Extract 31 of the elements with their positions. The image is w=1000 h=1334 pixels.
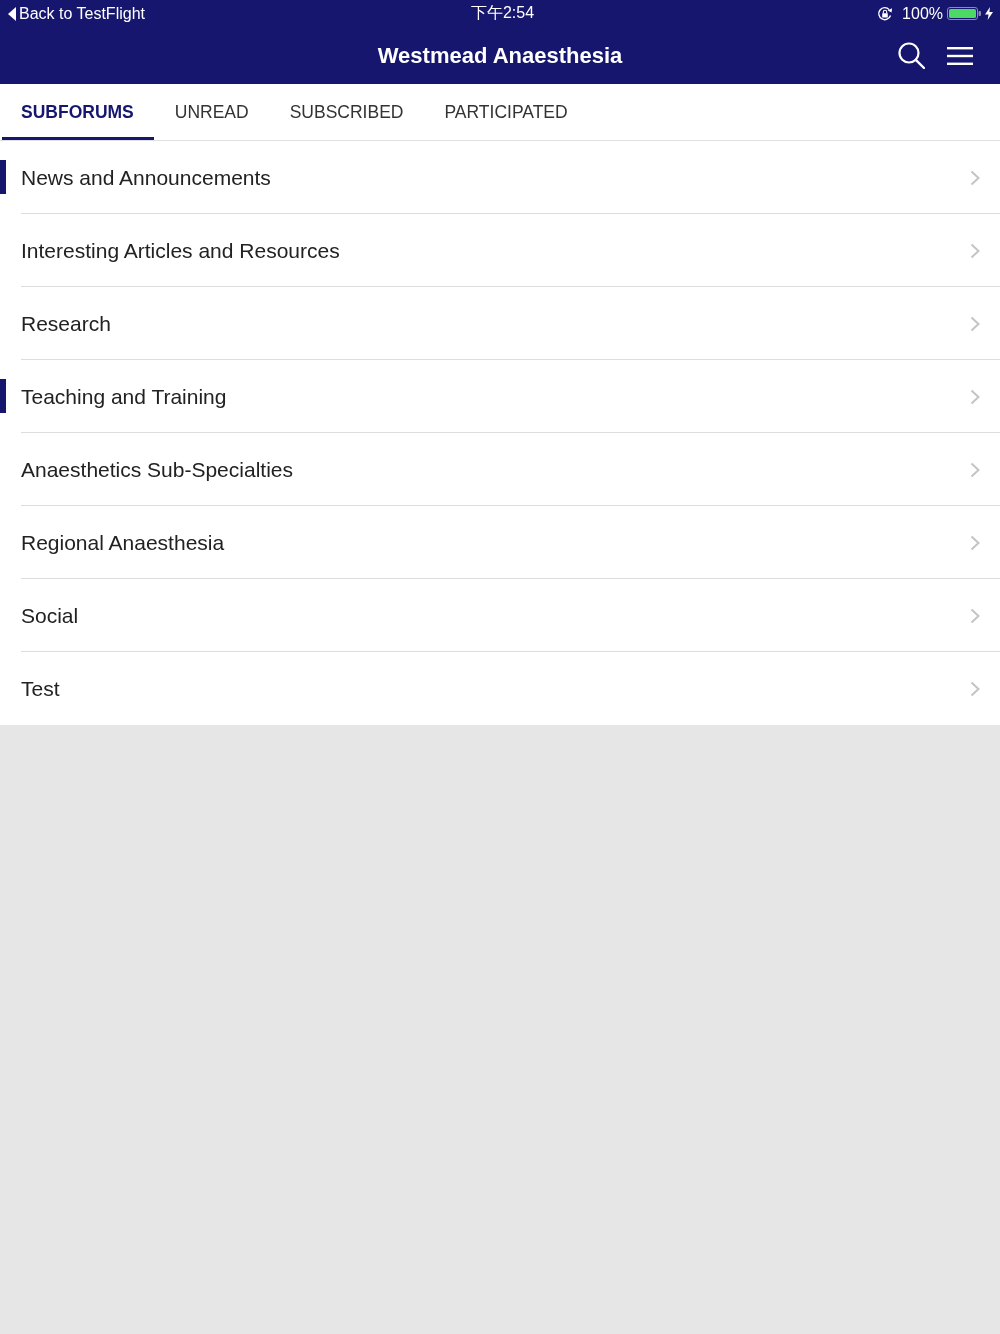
chevron-right-icon xyxy=(970,607,980,624)
back-link[interactable]: Back to TestFlight xyxy=(8,4,145,23)
subforum-row[interactable]: Test xyxy=(0,652,1000,725)
menu-icon xyxy=(947,46,973,65)
battery-percent: 100% xyxy=(902,4,943,23)
triangle-left-icon xyxy=(8,6,16,21)
subforum-row[interactable]: Social xyxy=(0,579,1000,652)
subforum-row[interactable]: Anaesthetics Sub-Specialties xyxy=(0,433,1000,506)
chevron-right-icon xyxy=(970,242,980,259)
battery-icon xyxy=(947,7,981,20)
rotation-lock-icon xyxy=(877,5,894,22)
subforum-row[interactable]: Interesting Articles and Resources xyxy=(0,214,1000,287)
tab[interactable]: UNREAD xyxy=(155,84,269,140)
chevron-right-icon xyxy=(970,169,980,186)
search-icon xyxy=(898,42,925,69)
subforum-row[interactable]: Regional Anaesthesia xyxy=(0,506,1000,579)
charging-bolt-icon xyxy=(985,7,993,20)
chevron-right-icon xyxy=(970,534,980,551)
menu-button[interactable] xyxy=(947,46,973,65)
subforum-row[interactable]: Teaching and Training xyxy=(0,360,1000,433)
subforum-row[interactable]: Research xyxy=(0,287,1000,360)
chevron-right-icon xyxy=(970,680,980,697)
search-button[interactable] xyxy=(898,42,925,69)
app-title: Westmead Anaesthesia xyxy=(377,42,623,69)
tab[interactable]: SUBSCRIBED xyxy=(270,84,424,140)
tab[interactable]: PARTICIPATED xyxy=(425,84,588,140)
chevron-right-icon xyxy=(970,388,980,405)
chevron-right-icon xyxy=(970,461,980,478)
chevron-right-icon xyxy=(970,315,980,332)
status-time: 下午2:54 xyxy=(469,3,535,23)
subforum-row[interactable]: News and Announcements xyxy=(0,141,1000,214)
